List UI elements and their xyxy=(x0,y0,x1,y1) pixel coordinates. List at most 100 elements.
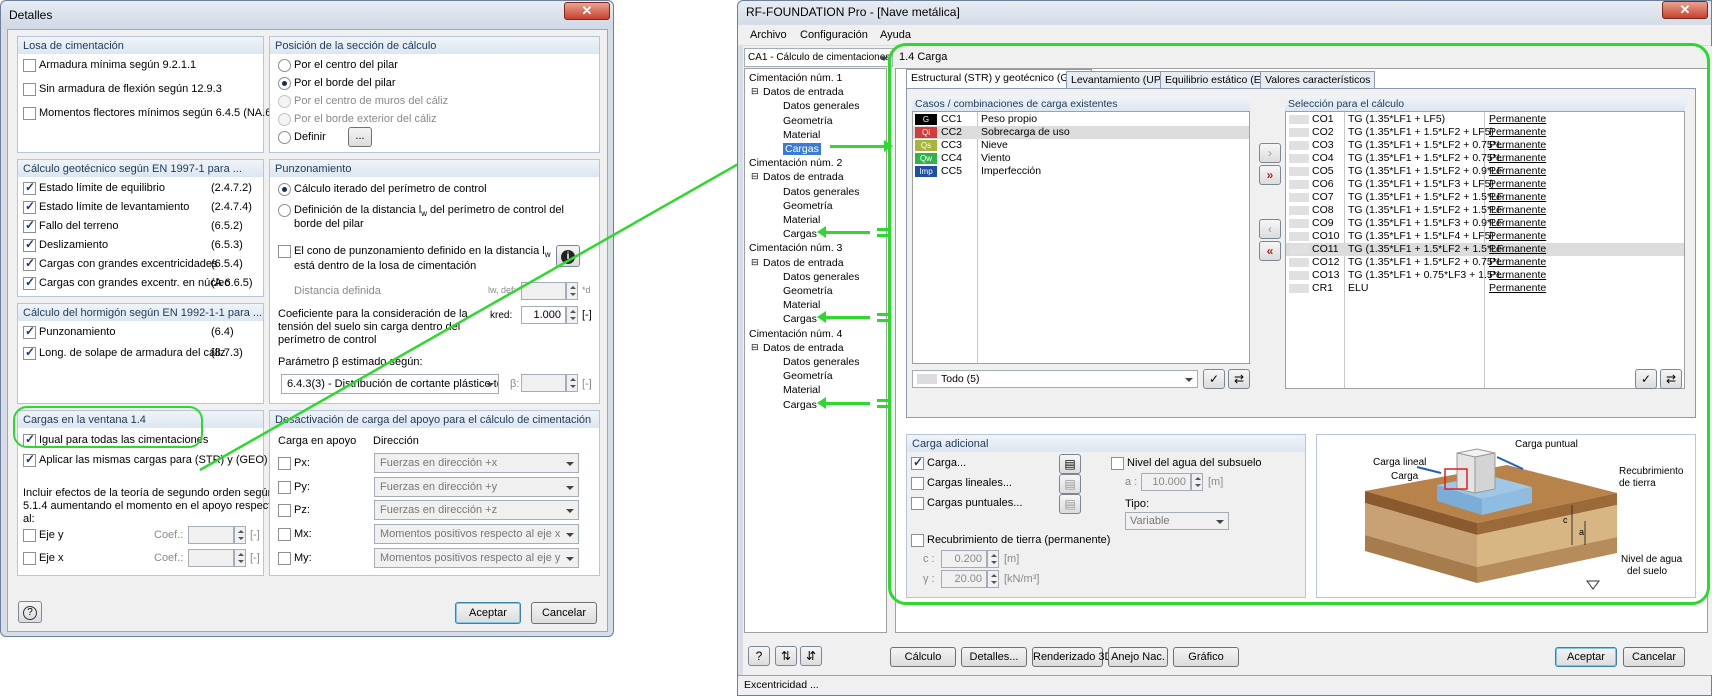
selection-row[interactable]: CO4 TG (1.35*LF1 + 1.5*LF2 + 0.75*L Perman… xyxy=(1286,152,1684,165)
edit-load-button[interactable]: ▤ xyxy=(1059,454,1081,474)
soil-cover-checkbox[interactable] xyxy=(911,534,924,547)
c-spinner[interactable] xyxy=(987,550,999,568)
defined-distance-spinner[interactable] xyxy=(566,282,578,300)
tree-node[interactable]: Cargas xyxy=(783,228,817,240)
remove-button[interactable]: ‹ xyxy=(1259,219,1281,239)
tree-node[interactable]: Geometría xyxy=(783,370,833,382)
selection-row[interactable]: CO10 TG (1.35*LF1 + 1.5*LF4 + LF5) Permane… xyxy=(1286,230,1684,243)
edit-line-loads-button[interactable]: ▤ xyxy=(1059,474,1081,494)
selection-row[interactable]: CO6 TG (1.35*LF1 + 1.5*LF3 + LF5) Permanen… xyxy=(1286,178,1684,191)
c-input[interactable]: 0.200 xyxy=(941,550,987,568)
a-input[interactable]: 10.000 xyxy=(1141,473,1191,491)
existing-row[interactable]: G CC1 Peso propio xyxy=(913,113,1249,126)
no-flexure-checkbox[interactable] xyxy=(23,83,36,96)
tab-str-geo[interactable]: Estructural (STR) y geotécnico (GEO) xyxy=(906,69,1093,89)
kred-spinner[interactable] xyxy=(566,306,578,324)
min-moments-checkbox[interactable] xyxy=(23,107,36,120)
tree-node[interactable]: Datos generales xyxy=(783,271,859,283)
select-all-button[interactable]: ✓ xyxy=(1203,369,1225,389)
axis-x-checkbox[interactable] xyxy=(23,552,36,565)
invert-selection-button[interactable]: ⇄ xyxy=(1228,369,1250,389)
existing-row[interactable]: Qs CC3 Nieve xyxy=(913,139,1249,152)
filter-select[interactable]: Todo (5) xyxy=(912,370,1198,388)
calc-button[interactable]: Cálculo xyxy=(890,647,956,667)
selection-row[interactable]: CO1 TG (1.35*LF1 + LF5) Permanente xyxy=(1286,113,1684,126)
help-button-right[interactable]: ? xyxy=(748,646,770,666)
tree-node[interactable]: Cargas xyxy=(783,399,817,411)
tree-node[interactable]: Material xyxy=(783,129,820,141)
collapse-icon[interactable]: ⊟ xyxy=(751,342,759,353)
graphic-button[interactable]: Gráfico xyxy=(1173,647,1239,667)
details-button[interactable]: Detalles... xyxy=(961,647,1027,667)
selection-row[interactable]: CO2 TG (1.35*LF1 + 1.5*LF2 + LF5) Permanen… xyxy=(1286,126,1684,139)
py-checkbox[interactable] xyxy=(278,481,291,494)
mx-direction-select[interactable]: Momentos positivos respecto al eje x xyxy=(374,524,579,544)
selection-row[interactable]: CO13 TG (1.35*LF1 + 0.75*LF3 + 1.5*L Perma… xyxy=(1286,269,1684,282)
tree-node[interactable]: Datos generales xyxy=(783,100,859,112)
load-checkbox[interactable] xyxy=(911,455,924,470)
rf-accept-button[interactable]: Aceptar xyxy=(1555,647,1617,667)
tree-node[interactable]: Cimentación núm. 2 xyxy=(749,157,842,169)
geo-check-2[interactable] xyxy=(23,218,36,233)
cone-checkbox[interactable] xyxy=(278,245,291,258)
tree-node[interactable]: Cargas xyxy=(783,313,817,325)
edit-point-loads-button[interactable]: ▤ xyxy=(1059,494,1081,514)
type-select[interactable]: Variable xyxy=(1125,512,1229,530)
tree-node[interactable]: Material xyxy=(783,299,820,311)
selection-row[interactable]: CO5 TG (1.35*LF1 + 1.5*LF2 + 0.9*LF Perman… xyxy=(1286,165,1684,178)
define-radio[interactable] xyxy=(278,131,291,144)
kred-input[interactable]: 1.000 xyxy=(521,306,566,324)
selection-row[interactable]: CO11 TG (1.35*LF1 + 1.5*LF2 + 1.5*LF Perma… xyxy=(1286,243,1684,256)
tree-node[interactable]: Material xyxy=(783,214,820,226)
import-button[interactable]: ⇅ xyxy=(775,646,797,666)
outer-edge-radio[interactable] xyxy=(278,113,291,126)
geo-check-4[interactable] xyxy=(23,256,36,271)
collapse-icon[interactable]: ⊟ xyxy=(751,257,759,268)
line-loads-checkbox[interactable] xyxy=(911,477,924,490)
case-select[interactable]: CA1 - Cálculo de cimentaciones xyxy=(744,48,893,67)
rf-close-button[interactable]: ✕ xyxy=(1662,1,1708,19)
selection-invert-button[interactable]: ⇄ xyxy=(1660,369,1682,389)
tree-node[interactable]: Datos de entrada xyxy=(763,342,844,354)
info-button[interactable]: i xyxy=(556,245,580,267)
selection-row[interactable]: CO9 TG (1.35*LF1 + 1.5*LF3 + 0.9*LF Perman… xyxy=(1286,217,1684,230)
horm-check-0[interactable] xyxy=(23,324,36,339)
tree-node[interactable]: Cimentación núm. 3 xyxy=(749,242,842,254)
pz-checkbox[interactable] xyxy=(278,504,291,517)
tree-node[interactable]: Datos generales xyxy=(783,356,859,368)
selection-row[interactable]: CO12 TG (1.35*LF1 + 1.5*LF2 + 0.75*L Perma… xyxy=(1286,256,1684,269)
axis-y-coef-input[interactable] xyxy=(188,526,234,544)
geo-check-0[interactable] xyxy=(23,180,36,195)
export-button[interactable]: ⇵ xyxy=(800,646,822,666)
existing-row[interactable]: Qi CC2 Sobrecarga de uso xyxy=(913,126,1249,139)
selection-select-all-button[interactable]: ✓ xyxy=(1635,369,1657,389)
render-3d-button[interactable]: Renderizado 3D xyxy=(1032,647,1113,667)
pz-direction-select[interactable]: Fuerzas en dirección +z xyxy=(374,500,579,520)
iterated-perimeter-radio[interactable] xyxy=(278,183,291,196)
axis-x-coef-spinner[interactable] xyxy=(234,549,246,567)
point-loads-checkbox[interactable] xyxy=(911,497,924,510)
add-all-button[interactable]: » xyxy=(1259,165,1281,185)
geo-check-1[interactable] xyxy=(23,199,36,214)
existing-row[interactable]: Imp CC5 Imperfección xyxy=(913,165,1249,178)
menu-ayuda[interactable]: Ayuda xyxy=(880,29,911,41)
help-button[interactable]: ? xyxy=(18,601,42,623)
py-direction-select[interactable]: Fuerzas en dirección +y xyxy=(374,477,579,497)
add-button[interactable]: › xyxy=(1259,143,1281,163)
px-direction-select[interactable]: Fuerzas en dirección +x xyxy=(374,453,579,473)
my-checkbox[interactable] xyxy=(278,552,291,565)
gamma-input[interactable]: 20.00 xyxy=(941,570,987,588)
selection-row[interactable]: CO7 TG (1.35*LF1 + 1.5*LF2 + 1.5*LF Perman… xyxy=(1286,191,1684,204)
wall-center-radio[interactable] xyxy=(278,95,291,108)
defined-distance-input[interactable] xyxy=(521,282,566,300)
tree-node[interactable]: Datos de entrada xyxy=(763,257,844,269)
tree-node[interactable]: Cargas xyxy=(783,143,821,155)
tree-node[interactable]: Datos de entrada xyxy=(763,86,844,98)
tree-node[interactable]: Datos de entrada xyxy=(763,171,844,183)
tree-node[interactable]: Material xyxy=(783,384,820,396)
selection-row[interactable]: CO8 TG (1.35*LF1 + 1.5*LF2 + 1.5*LF Perman… xyxy=(1286,204,1684,217)
mx-checkbox[interactable] xyxy=(278,528,291,541)
tab-upl[interactable]: Levantamiento (UPL) xyxy=(1066,71,1176,89)
tree-node[interactable]: Geometría xyxy=(783,115,833,127)
same-loads-checkbox[interactable] xyxy=(23,452,36,467)
